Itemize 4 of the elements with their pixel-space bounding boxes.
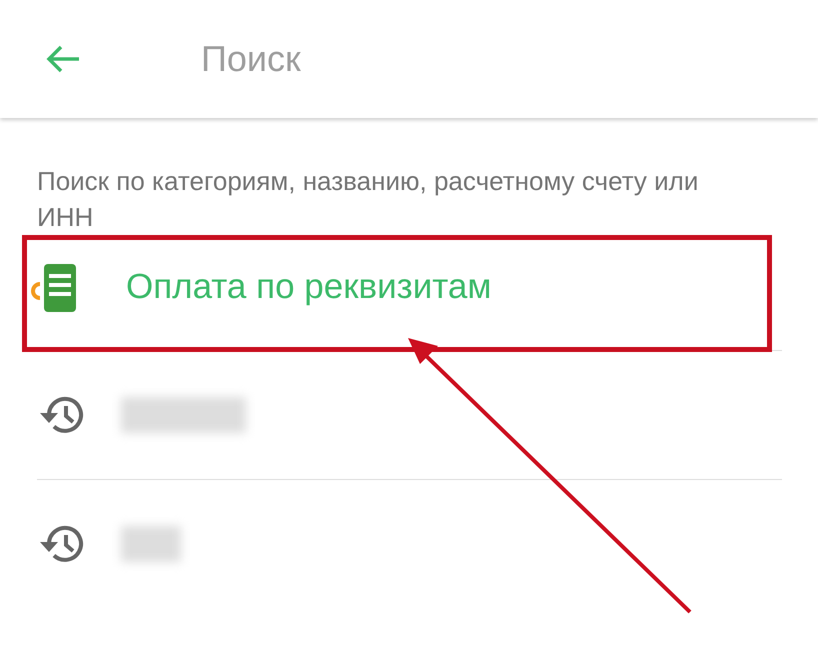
back-arrow-icon[interactable] (45, 44, 81, 74)
payment-by-details-item[interactable]: Оплата по реквизитам (22, 235, 782, 351)
search-hint: Поиск по категориям, названию, расчетному счету или ИНН (36, 165, 700, 234)
screen-title: Поиск (201, 38, 301, 80)
